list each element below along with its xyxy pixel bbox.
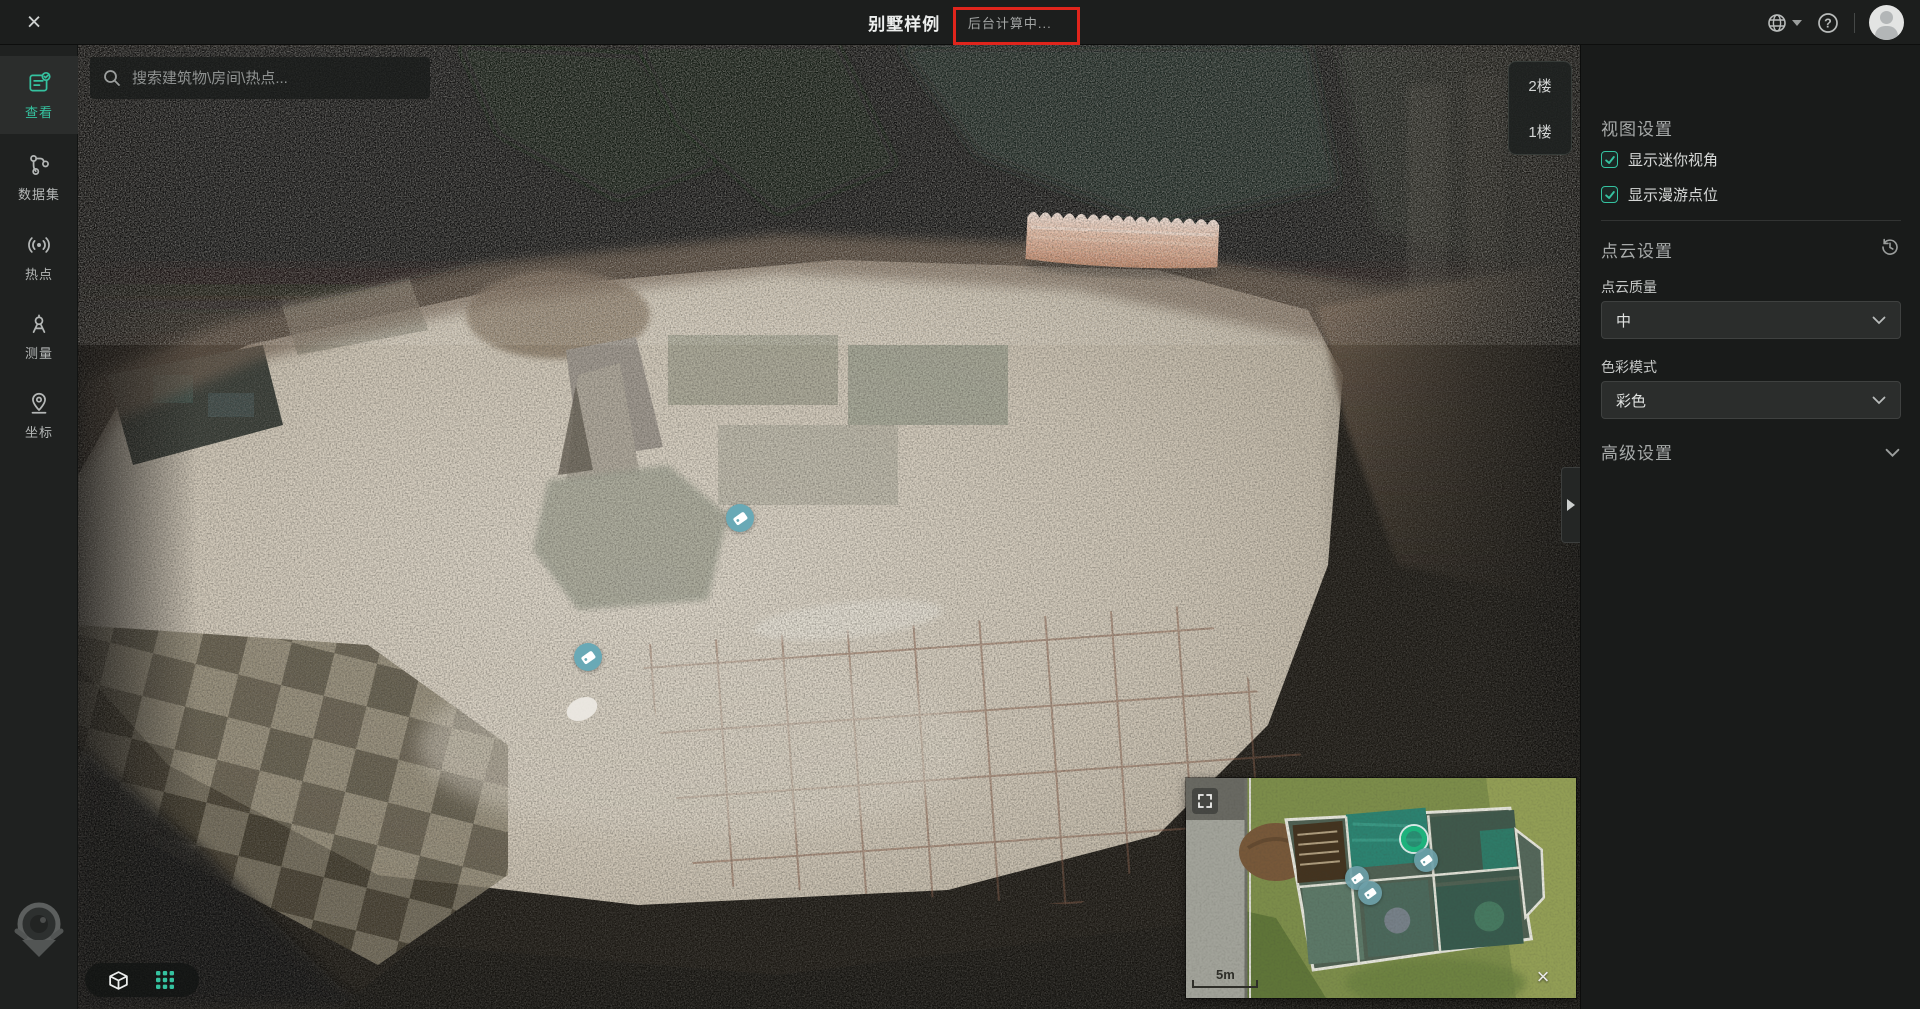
floor-selector: 2楼 1楼 (1508, 61, 1572, 155)
tag-icon (1358, 881, 1382, 905)
hotspot-marker[interactable] (574, 643, 602, 671)
sidebar-item-dataset[interactable]: 数据集 (0, 138, 78, 216)
dataset-icon (26, 152, 52, 178)
topbar-divider (1854, 13, 1855, 33)
measure-icon (26, 311, 52, 337)
expand-icon (1197, 793, 1213, 809)
coordinate-pin-icon (26, 390, 52, 416)
tag-icon (1414, 848, 1438, 872)
quality-select[interactable]: 中 (1601, 301, 1901, 339)
building-model-icon (107, 969, 130, 992)
page-title: 别墅样例 (868, 10, 940, 35)
search-box[interactable] (90, 57, 430, 99)
sidebar-item-measure[interactable]: 测量 (0, 297, 78, 375)
panel-divider (1601, 220, 1901, 221)
avatar[interactable] (1869, 5, 1904, 40)
tag-icon (726, 504, 754, 532)
topbar-actions: ? (1766, 0, 1904, 45)
advanced-settings-header[interactable]: 高级设置 (1601, 439, 1673, 464)
floor-option-1[interactable]: 1楼 (1509, 108, 1571, 154)
minimap-scale-bar (1192, 980, 1258, 988)
chevron-down-icon (1872, 396, 1886, 405)
svg-text:?: ? (1824, 16, 1832, 30)
topbar: × 别墅样例 | 后台计算中... ? (0, 0, 1920, 45)
caret-down-icon (1792, 20, 1802, 26)
pointcloud-settings-title: 点云设置 (1601, 237, 1673, 262)
pointcloud-view-button[interactable] (152, 967, 178, 993)
search-input[interactable] (132, 70, 418, 87)
checkbox-show-roam-points[interactable]: 显示漫游点位 (1601, 184, 1718, 205)
color-mode-label: 色彩模式 (1601, 357, 1657, 377)
help-button[interactable]: ? (1816, 11, 1840, 35)
minimap-hotspot-marker[interactable] (1358, 881, 1382, 905)
quality-label: 点云质量 (1601, 277, 1657, 297)
close-button[interactable]: × (18, 4, 50, 40)
status-text: 后台计算中... (968, 13, 1052, 32)
view-mode-toggle (85, 963, 199, 997)
checkbox-checked-icon (1601, 186, 1618, 203)
point-grid-icon (155, 970, 175, 990)
floor-option-2[interactable]: 2楼 (1509, 62, 1571, 108)
search-icon (102, 68, 122, 88)
minimap-close-button[interactable]: × (1531, 965, 1555, 989)
sidebar-item-hotspot[interactable]: 热点 (0, 218, 78, 296)
reset-history-icon[interactable] (1880, 237, 1900, 262)
chevron-right-icon (1567, 499, 1575, 511)
globe-icon (1766, 12, 1788, 34)
checkbox-show-mini-view[interactable]: 显示迷你视角 (1601, 149, 1718, 170)
hotspot-signal-icon (26, 232, 52, 258)
color-mode-select[interactable]: 彩色 (1601, 381, 1901, 419)
hotspot-marker[interactable] (726, 504, 754, 532)
sidebar-item-view[interactable]: 查看 (0, 56, 78, 134)
minimap[interactable]: 5m × (1186, 778, 1576, 998)
panel-collapse-tab[interactable] (1561, 467, 1580, 543)
view-settings-title: 视图设置 (1601, 115, 1673, 140)
title-separator: | (952, 15, 956, 31)
settings-panel: 视图设置 显示迷你视角 显示漫游点位 点云设置 点云质量 中 色彩模式 彩色 (1580, 45, 1920, 1009)
chevron-down-icon (1872, 316, 1886, 325)
tag-icon (574, 643, 602, 671)
language-button[interactable] (1766, 12, 1802, 34)
title-group: 别墅样例 | 后台计算中... (868, 0, 1051, 45)
minimap-hotspot-marker[interactable] (1414, 848, 1438, 872)
sidebar: 查看 数据集 热点 测量 坐标 (0, 45, 78, 1009)
sidebar-item-coordinate[interactable]: 坐标 (0, 376, 78, 454)
checkbox-checked-icon (1601, 151, 1618, 168)
app-watermark-logo (6, 895, 72, 966)
minimap-expand-button[interactable] (1192, 788, 1218, 814)
chevron-down-icon[interactable] (1885, 445, 1900, 463)
view-board-icon (26, 70, 52, 96)
model-view-button[interactable] (106, 967, 132, 993)
help-icon: ? (1816, 11, 1840, 35)
